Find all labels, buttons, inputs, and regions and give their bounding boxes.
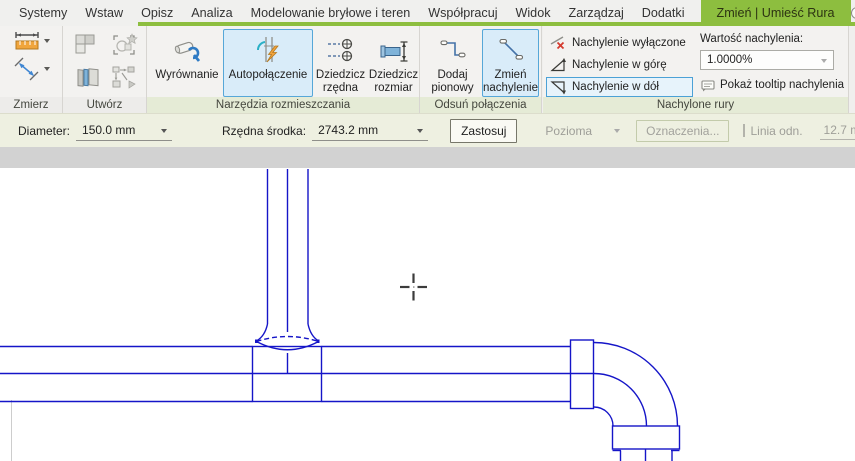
- view-top-strip: [0, 147, 855, 168]
- wall-parts-icon: [77, 67, 99, 87]
- justification-button[interactable]: Wyrównanie: [152, 29, 222, 97]
- measure-tool-button[interactable]: [13, 30, 50, 52]
- autoconnect-label: Autopołączenie: [228, 69, 308, 81]
- vertical-pipe[interactable]: [266, 169, 309, 332]
- justification-label: Wyrównanie: [155, 69, 219, 81]
- show-slope-tooltip-toggle[interactable]: Pokaż tooltip nachylenia: [700, 78, 844, 92]
- panel-caption-zmierz: Zmierz: [0, 97, 62, 113]
- slope-off-label: Nachylenie wyłączone: [572, 37, 686, 49]
- horizontal-justify-caret-icon: [614, 128, 621, 133]
- inherit-size-button[interactable]: Dziedzicz rozmiar: [367, 29, 420, 97]
- tab-systemy[interactable]: Systemy: [10, 0, 76, 26]
- slope-value-combobox[interactable]: 1.0000%: [700, 50, 834, 70]
- tab-wstaw[interactable]: Wstaw: [76, 0, 132, 26]
- revit-window: Systemy Wstaw Opisz Analiza Modelowanie …: [0, 0, 855, 461]
- change-slope-label: Zmień nachylenie: [483, 69, 538, 94]
- panel-caption-odsun: Odsuń połączenia: [420, 97, 541, 113]
- measure-dropdown-caret-icon[interactable]: [43, 39, 50, 43]
- slope-down-icon: [550, 81, 566, 95]
- create-group-button[interactable]: [105, 28, 143, 61]
- horizontal-pipe[interactable]: [0, 345, 594, 403]
- panel-utworz: Utwórz: [63, 26, 147, 113]
- leader-length-field: 12.7 mm: [819, 121, 855, 140]
- diameter-value: 150.0 mm: [82, 123, 136, 137]
- change-slope-icon: [498, 38, 523, 60]
- autoconnect-button[interactable]: Autopołączenie: [223, 29, 313, 97]
- inherit-elevation-icon: [327, 38, 352, 62]
- tags-button: Oznaczenia...: [636, 119, 730, 142]
- drawing-canvas[interactable]: [0, 168, 855, 461]
- measure-ruler-icon: [14, 32, 39, 50]
- inherit-size-icon: [380, 41, 407, 62]
- slope-value-label: Wartość nachylenia:: [700, 33, 804, 45]
- change-slope-button[interactable]: Zmień nachylenie: [482, 29, 539, 97]
- autoconnect-icon: [256, 37, 279, 63]
- slope-value-caret-icon[interactable]: [821, 59, 827, 63]
- slope-down-option[interactable]: Nachylenie w dół: [546, 77, 693, 97]
- panel-zmierz: Zmierz: [0, 26, 63, 113]
- crosshair-cursor: [400, 273, 427, 301]
- offset-combobox[interactable]: 2743.2 mm: [312, 121, 429, 141]
- pipe-drawing: [0, 169, 681, 461]
- apply-button[interactable]: Zastosuj: [450, 118, 518, 143]
- offset-caret-icon[interactable]: [417, 128, 424, 133]
- slope-up-option[interactable]: Nachylenie w górę: [546, 55, 693, 75]
- inherit-elevation-label: Dziedzicz rzędna: [315, 69, 366, 94]
- inherit-elevation-button[interactable]: Dziedzicz rzędna: [314, 29, 367, 97]
- options-bar: Diameter: 150.0 mm Rzędna środka: 2743.2…: [0, 113, 855, 147]
- down-pipe[interactable]: [612, 449, 680, 461]
- leader-label: Linia odn.: [750, 123, 803, 138]
- transform-arrows-icon: [112, 66, 136, 89]
- slope-off-icon: [550, 36, 565, 50]
- create-assembly-button[interactable]: [67, 61, 107, 94]
- offset-label: Rzędna środka:: [222, 123, 307, 138]
- slope-off-option[interactable]: Nachylenie wyłączone: [546, 33, 693, 53]
- ribbon-tab-bar: Systemy Wstaw Opisz Analiza Modelowanie …: [0, 0, 855, 26]
- ribbon-collapse-button[interactable]: [850, 7, 855, 19]
- cubes-icon: [75, 34, 95, 53]
- add-vertical-button[interactable]: Dodaj pionowy: [424, 29, 481, 97]
- inherit-size-label: Dziedzicz rozmiar: [368, 69, 419, 94]
- panel-caption-nachylone: Nachylone rury: [543, 97, 848, 113]
- tooltip-icon: [701, 80, 715, 92]
- leader-checkbox: [743, 124, 746, 137]
- group-region-icon: [113, 32, 138, 55]
- diameter-label: Diameter:: [18, 123, 71, 138]
- panel-odsun-polaczenia: Dodaj pionowy Zmień nachylenie Odsuń poł…: [420, 26, 542, 113]
- panel-caption-narzedzia: Narzędzia rozmieszczania: [147, 97, 419, 113]
- ribbon: Zmierz Utwórz Wyrównanie Autopołączenie …: [0, 26, 855, 113]
- slope-up-icon: [550, 58, 566, 72]
- panel-caption-utworz: Utwórz: [63, 97, 146, 113]
- pipe-wrench-icon: [174, 41, 201, 62]
- diameter-caret-icon[interactable]: [161, 128, 168, 133]
- elbow-fitting[interactable]: [569, 339, 681, 450]
- show-slope-tooltip-label: Pokaż tooltip nachylenia: [720, 79, 845, 91]
- tab-zmien-umiesc-rura-active[interactable]: Zmień | Umieść Rura: [700, 0, 851, 26]
- pipe-network[interactable]: [0, 169, 681, 461]
- offset-value: 2743.2 mm: [318, 123, 379, 137]
- measure2-dropdown-caret-icon[interactable]: [43, 67, 50, 71]
- ribbon-collapse-control: [850, 0, 855, 26]
- measure-between-refs-button[interactable]: [13, 57, 50, 81]
- slope-up-label: Nachylenie w górę: [572, 59, 667, 71]
- add-vertical-icon: [439, 40, 466, 58]
- measure-diagonal-icon: [14, 57, 38, 81]
- panel-nachylone-rury: Nachylenie wyłączone Nachylenie w górę N…: [543, 26, 849, 113]
- add-vertical-label: Dodaj pionowy: [431, 69, 474, 94]
- tee-fitting[interactable]: [251, 323, 323, 403]
- horizontal-justify-label: Pozioma: [545, 123, 593, 138]
- panel-narzedzia-rozmieszczania: Wyrównanie Autopołączenie Dziedzicz rzęd…: [147, 26, 420, 113]
- slope-value-text: 1.0000%: [707, 54, 753, 66]
- diameter-combobox[interactable]: 150.0 mm: [76, 121, 173, 141]
- slope-down-label: Nachylenie w dół: [572, 81, 659, 93]
- create-parts-button[interactable]: [107, 61, 141, 94]
- create-similar-button[interactable]: [67, 28, 105, 61]
